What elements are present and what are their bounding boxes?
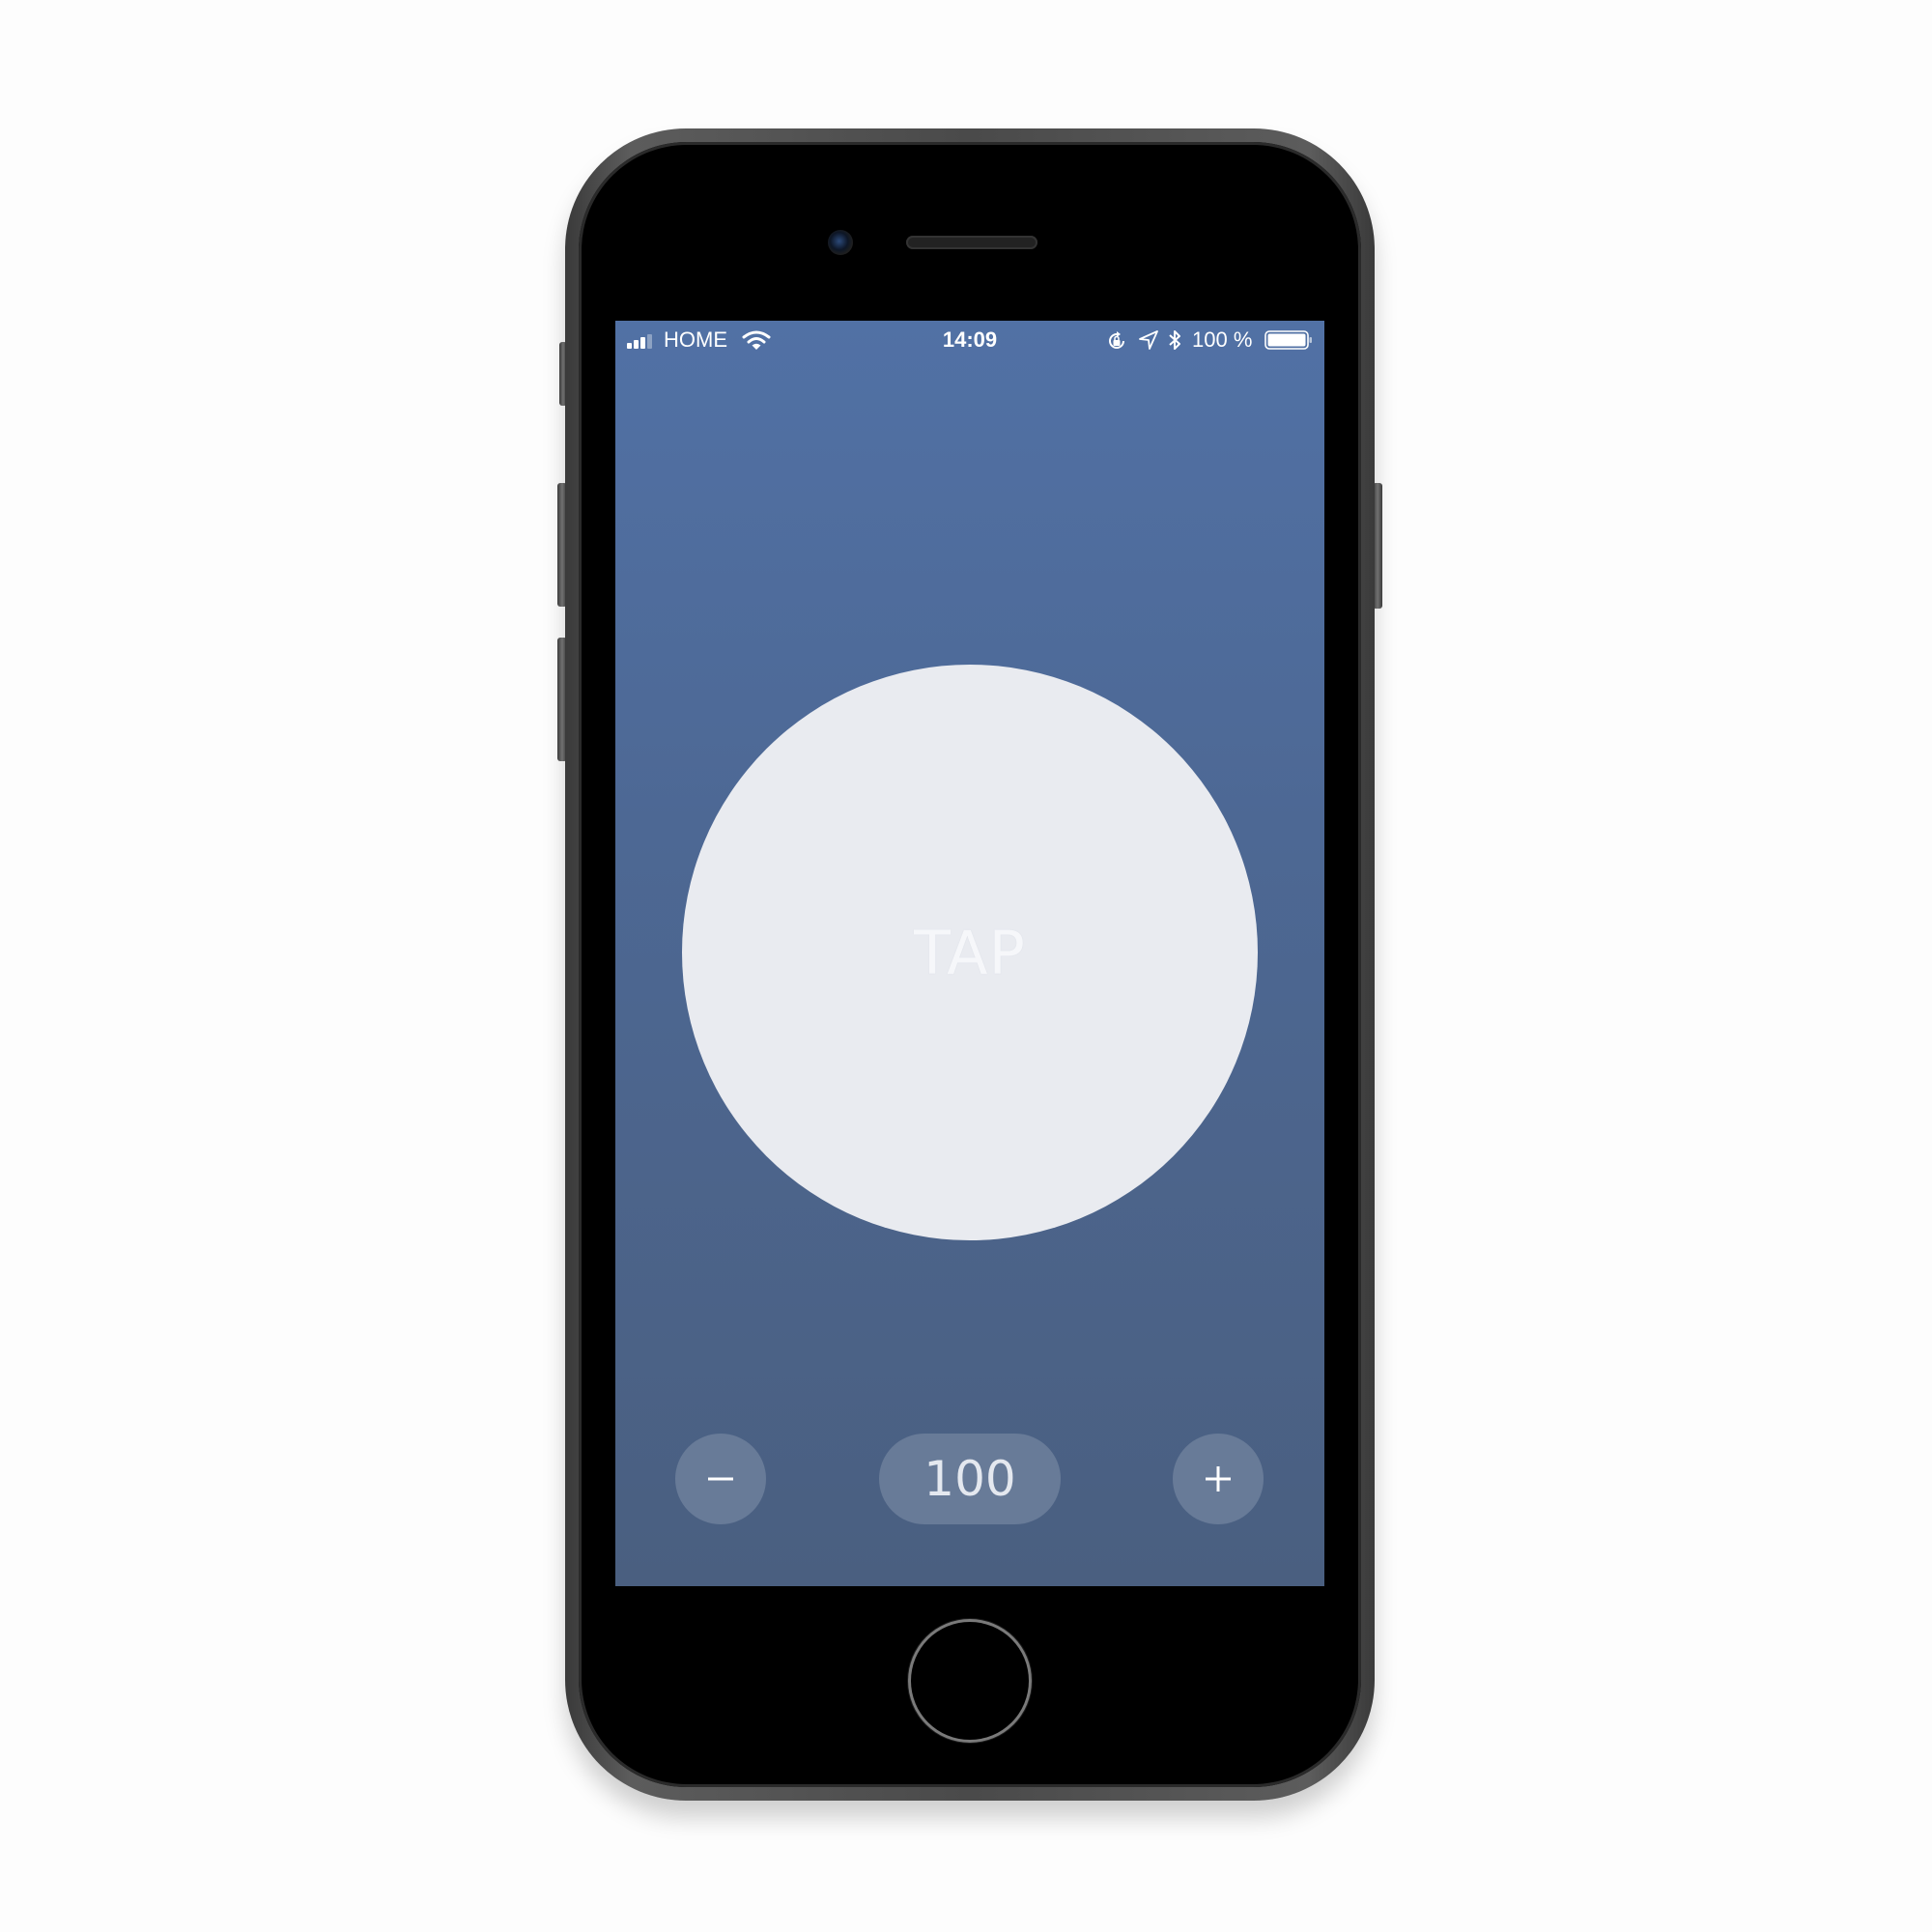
- front-camera: [828, 230, 853, 255]
- increment-button[interactable]: [1173, 1434, 1264, 1524]
- tap-label: TAP: [914, 917, 1026, 988]
- battery-percentage: 100 %: [1192, 327, 1253, 352]
- earpiece-speaker: [906, 236, 1037, 249]
- counter-value-text: 100: [923, 1451, 1016, 1507]
- app-screen: HOME 14:09 100 % TAP 100: [615, 321, 1324, 1586]
- stage: HOME 14:09 100 % TAP 100: [0, 0, 1932, 1932]
- rotation-lock-icon: [1109, 331, 1124, 349]
- location-arrow-icon: [1139, 330, 1158, 350]
- home-button[interactable]: [908, 1619, 1032, 1743]
- battery-icon: [1264, 330, 1312, 350]
- plus-icon: [1206, 1466, 1231, 1492]
- counter-value: 100: [879, 1434, 1061, 1524]
- minus-icon: [708, 1477, 733, 1481]
- tap-button[interactable]: TAP: [682, 665, 1258, 1240]
- status-bar: HOME 14:09 100 %: [615, 321, 1324, 359]
- decrement-button[interactable]: [675, 1434, 766, 1524]
- bluetooth-icon: [1169, 330, 1180, 350]
